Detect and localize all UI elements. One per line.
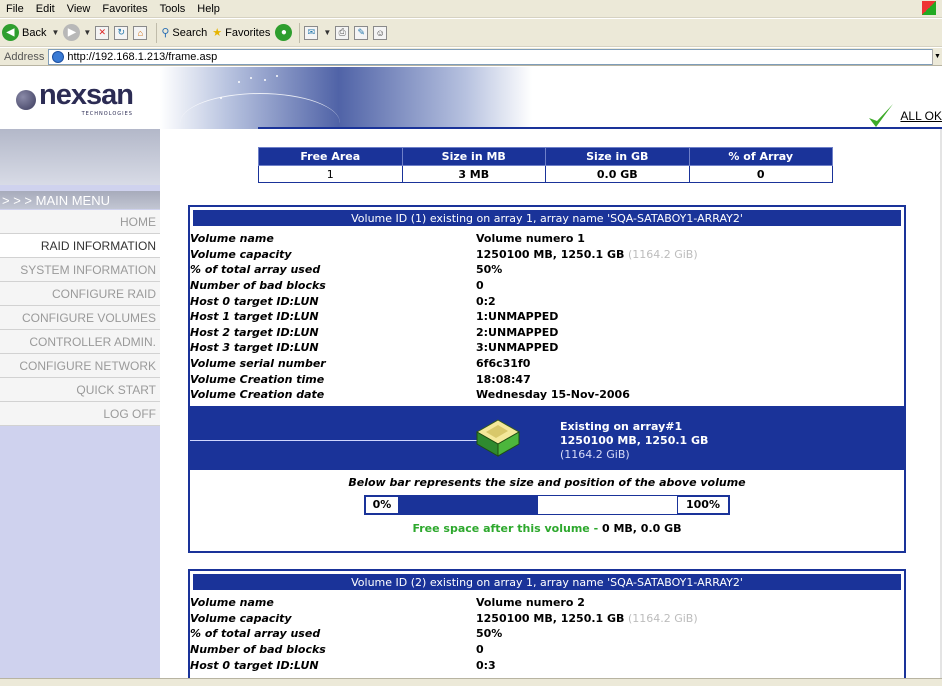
back-dropdown-icon[interactable]: ▼: [51, 28, 59, 37]
volume-header: Volume ID (1) existing on array 1, array…: [193, 210, 901, 226]
array-divider: [190, 439, 480, 441]
banner-graphic: [160, 67, 532, 129]
volume-position-bar: 0% 100%: [364, 494, 730, 515]
table-cell: 3 MB: [401, 165, 546, 183]
bar-fill: [399, 495, 538, 514]
banner-rule: [258, 127, 942, 129]
favorites-star-icon: ★: [212, 27, 223, 39]
column-header: Free Area: [258, 147, 403, 166]
toolbar-separator: [299, 22, 301, 43]
column-header: Size in MB: [401, 147, 546, 166]
main-menu-title: > > > MAIN MENU: [0, 191, 160, 209]
volume-details: Volume name Volume numero 1 Volume capaci…: [190, 229, 904, 403]
bar-start-label: 0%: [365, 495, 399, 514]
search-button[interactable]: ⚲ Search: [161, 26, 207, 40]
back-button[interactable]: ◀ Back: [2, 24, 46, 41]
menu-tools[interactable]: Tools: [154, 3, 192, 15]
detail-row: Volume serial number 6f6c31f0: [190, 357, 531, 371]
bar-end-label: 100%: [677, 495, 729, 514]
sidebar-item-configure-volumes[interactable]: CONFIGURE VOLUMES: [0, 306, 160, 330]
detail-row: Host 3 target ID:LUN 3:UNMAPPED: [190, 341, 559, 355]
table-row: 1 3 MB 0.0 GB 0: [258, 165, 833, 183]
bar-caption: Below bar represents the size and positi…: [348, 475, 746, 489]
column-header: % of Array: [688, 147, 833, 166]
detail-row: % of total array used 50%: [190, 263, 503, 277]
sidebar-item-configure-network[interactable]: CONFIGURE NETWORK: [0, 354, 160, 378]
menu-view[interactable]: View: [61, 3, 97, 15]
print-icon[interactable]: ⎙: [335, 25, 350, 40]
media-icon[interactable]: ●: [275, 24, 293, 41]
forward-button[interactable]: ▶: [63, 24, 81, 41]
detail-row: Host 2 target ID:LUN 2:UNMAPPED: [190, 325, 559, 339]
detail-row: Volume capacity 1250100 MB, 1250.1 GB (11…: [190, 247, 698, 261]
detail-row: % of total array used 50%: [190, 627, 503, 641]
back-arrow-icon: ◀: [2, 24, 19, 41]
stop-icon[interactable]: ✕: [95, 25, 110, 40]
sidebar-item-configure-raid[interactable]: CONFIGURE RAID: [0, 282, 160, 306]
detail-row: Volume name Volume numero 1: [190, 232, 585, 246]
table-cell: 0: [688, 165, 833, 183]
sidebar-item-log-off[interactable]: LOG OFF: [0, 402, 160, 426]
search-icon: ⚲: [161, 27, 170, 39]
page-content: nexsan TECHNOLOGIES ALL OK > > > MAIN ME…: [0, 67, 942, 678]
browser-statusbar: [0, 678, 942, 686]
toolbar-separator: [156, 22, 158, 43]
status-text[interactable]: ALL OK: [900, 109, 942, 123]
bar-track: [399, 495, 677, 514]
detail-row: Host 1 target ID:LUN 1:UNMAPPED: [190, 310, 559, 324]
home-icon[interactable]: ⌂: [133, 25, 148, 40]
address-input[interactable]: http://192.168.1.213/frame.asp ▼: [48, 48, 942, 65]
volume-header: Volume ID (2) existing on array 1, array…: [193, 574, 901, 590]
menu-help[interactable]: Help: [191, 3, 226, 15]
favorites-button[interactable]: ★ Favorites: [212, 26, 270, 40]
nexsan-logo: nexsan TECHNOLOGIES: [16, 81, 134, 117]
sidebar-menu: HOME RAID INFORMATION SYSTEM INFORMATION…: [0, 210, 160, 426]
browser-toolbar: ◀ Back ▼ ▶ ▼ ✕ ↻ ⌂ ⚲ Search ★ Favorites …: [0, 19, 942, 47]
detail-row: Volume name Volume numero 2: [190, 596, 585, 610]
sidebar-item-controller-admin[interactable]: CONTROLLER ADMIN.: [0, 330, 160, 354]
sidebar-item-home[interactable]: HOME: [0, 210, 160, 234]
windows-logo-icon: [922, 1, 936, 15]
sidebar-item-raid-information[interactable]: RAID INFORMATION: [0, 234, 160, 258]
sidebar-item-system-information[interactable]: SYSTEM INFORMATION: [0, 258, 160, 282]
array-summary: Existing on array#1 1250100 MB, 1250.1 G…: [190, 405, 904, 470]
page-icon: [52, 50, 65, 63]
menu-favorites[interactable]: Favorites: [96, 3, 153, 15]
logo-mark-icon: [16, 90, 36, 110]
mail-dropdown-icon[interactable]: ▼: [323, 28, 331, 37]
volume-details: Volume name Volume numero 2 Volume capaci…: [190, 593, 904, 673]
detail-row: Volume Creation time 18:08:47: [190, 372, 531, 386]
table-cell: 0.0 GB: [545, 165, 690, 183]
mail-icon[interactable]: ✉: [304, 25, 319, 40]
table-cell: 1: [258, 165, 403, 183]
refresh-icon[interactable]: ↻: [114, 25, 129, 40]
detail-row: Host 0 target ID:LUN 0:2: [190, 294, 496, 308]
messenger-icon[interactable]: ☺: [373, 25, 388, 40]
detail-row: Volume capacity 1250100 MB, 1250.1 GB (11…: [190, 611, 698, 625]
array-info: Existing on array#1 1250100 MB, 1250.1 G…: [560, 419, 709, 461]
detail-row: Number of bad blocks 0: [190, 279, 484, 293]
volume-panel: Volume ID (2) existing on array 1, array…: [188, 569, 906, 678]
menu-edit[interactable]: Edit: [30, 3, 61, 15]
free-area-table: Free Area Size in MB Size in GB % of Arr…: [258, 147, 833, 183]
address-label: Address: [4, 50, 45, 63]
browser-menubar: File Edit View Favorites Tools Help: [0, 0, 942, 18]
detail-row: Number of bad blocks 0: [190, 643, 484, 657]
sidebar-item-quick-start[interactable]: QUICK START: [0, 378, 160, 402]
detail-row: Volume Creation date Wednesday 15-Nov-200…: [190, 388, 630, 402]
table-header-row: Free Area Size in MB Size in GB % of Arr…: [258, 147, 833, 166]
volume-panel: Volume ID (1) existing on array 1, array…: [188, 205, 906, 553]
edit-icon[interactable]: ✎: [354, 25, 369, 40]
sidebar-header-graphic: [0, 129, 160, 185]
forward-dropdown-icon[interactable]: ▼: [83, 28, 91, 37]
banner: nexsan TECHNOLOGIES ALL OK: [0, 67, 942, 129]
detail-row: Host 0 target ID:LUN 0:3: [190, 658, 496, 672]
address-dropdown-icon[interactable]: ▼: [932, 48, 942, 65]
free-space-info: Free space after this volume - 0 MB, 0.0…: [412, 521, 682, 535]
menu-file[interactable]: File: [0, 3, 30, 15]
address-url[interactable]: http://192.168.1.213/frame.asp: [67, 51, 217, 63]
address-bar: Address http://192.168.1.213/frame.asp ▼: [0, 48, 942, 66]
column-header: Size in GB: [545, 147, 690, 166]
array-book-icon: [475, 418, 521, 457]
